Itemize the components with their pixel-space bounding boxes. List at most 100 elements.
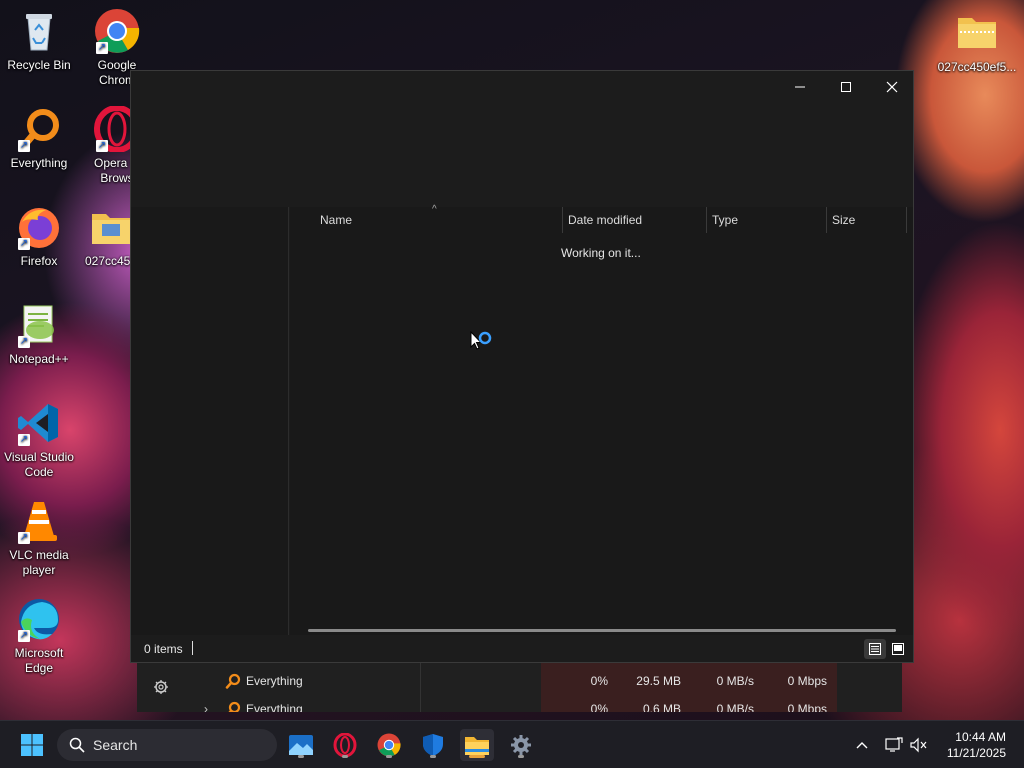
photos-icon <box>289 735 313 755</box>
recycle-bin-icon <box>16 8 62 54</box>
memory-value: 29.5 MB <box>636 674 681 688</box>
chrome-icon: ↗ <box>94 8 140 54</box>
show-hidden-icons-button[interactable] <box>852 735 872 755</box>
maximize-icon <box>841 82 851 92</box>
cpu-value: 0% <box>590 674 608 688</box>
title-bar[interactable] <box>131 71 913 103</box>
running-indicator <box>342 755 348 758</box>
desktop-icon-everything[interactable]: ↗ Everything <box>0 106 78 171</box>
taskbar-defender[interactable] <box>417 729 449 761</box>
taskbar: Search 10:44 AM 11/21/2025 <box>0 720 1024 768</box>
settings-icon <box>511 735 531 755</box>
desktop-icon-label: Code <box>24 465 54 479</box>
taskbar-opera[interactable] <box>329 729 361 761</box>
desktop-icon-vscode[interactable]: ↗ Visual Studio Code <box>0 400 78 480</box>
desktop-icon-vlc[interactable]: ↗ VLC media player <box>0 498 78 578</box>
taskbar-search-box[interactable]: Search <box>57 729 277 761</box>
running-indicator <box>518 755 524 758</box>
desktop-icon-label: Firefox <box>20 254 58 268</box>
item-count-text: 0 items <box>144 642 183 656</box>
thumbnail-view-icon <box>892 643 904 655</box>
process-name: Everything <box>246 674 303 688</box>
shortcut-arrow-icon: ↗ <box>18 238 30 250</box>
desktop-icon-label: Notepad++ <box>9 352 69 366</box>
horizontal-scrollbar[interactable] <box>308 629 896 632</box>
column-divider[interactable] <box>906 207 907 233</box>
details-view-icon <box>869 643 881 655</box>
file-list-view[interactable]: Name ^ Date modified Type Size Working o… <box>290 204 913 637</box>
clock-time: 10:44 AM <box>955 730 1006 744</box>
process-row[interactable]: › Everything 0% 0.6 MB 0 MB/s 0 Mbps <box>137 695 902 712</box>
expand-chevron-icon[interactable]: › <box>204 695 208 712</box>
command-bar-area <box>131 103 913 207</box>
desktop-icon-notepadpp[interactable]: ↗ Notepad++ <box>0 302 78 367</box>
disk-value: 0 MB/s <box>716 674 754 688</box>
shortcut-arrow-icon: ↗ <box>96 140 108 152</box>
disk-value: 0 MB/s <box>716 702 754 712</box>
desktop-icon-label: Everything <box>10 156 68 170</box>
desktop-icon-label: 027cc450ef5... <box>937 60 1017 74</box>
tray-volume-button[interactable] <box>909 735 929 755</box>
maximize-button[interactable] <box>823 71 869 103</box>
column-header-date-modified[interactable]: Date modified <box>558 207 698 233</box>
windows-logo-icon <box>21 734 43 756</box>
defender-icon <box>423 734 443 756</box>
clock-date: 11/21/2025 <box>946 746 1006 760</box>
busy-cursor-icon <box>470 331 492 350</box>
everything-icon <box>225 673 241 689</box>
column-header-size[interactable]: Size <box>822 207 902 233</box>
shortcut-arrow-icon: ↗ <box>96 42 108 54</box>
everything-icon <box>228 701 241 712</box>
navigation-pane[interactable] <box>131 207 289 637</box>
desktop-icon-label: Edge <box>24 661 54 675</box>
desktop-icon-label: VLC media <box>9 548 69 562</box>
desktop-icon-label: Microsoft <box>14 646 64 660</box>
taskbar-chrome[interactable] <box>373 729 405 761</box>
shortcut-arrow-icon: ↗ <box>18 140 30 152</box>
everything-icon: ↗ <box>16 106 62 152</box>
process-name: Everything <box>246 702 303 712</box>
minimize-icon <box>795 86 805 88</box>
status-bar: 0 items <box>131 635 913 662</box>
system-clock[interactable]: 10:44 AM 11/21/2025 <box>947 729 1006 761</box>
taskbar-file-explorer[interactable] <box>460 729 494 761</box>
shortcut-arrow-icon: ↗ <box>18 630 30 642</box>
desktop-icon-label: Recycle Bin <box>7 58 71 72</box>
search-icon <box>69 737 85 753</box>
tray-display-button[interactable] <box>884 735 904 755</box>
start-button[interactable] <box>16 729 48 761</box>
desktop-icon-firefox[interactable]: ↗ Firefox <box>0 204 78 269</box>
desktop-icon-zip-folder[interactable]: 027cc450ef5... <box>936 10 1018 75</box>
loading-status-text: Working on it... <box>561 246 641 260</box>
display-icon <box>885 737 903 752</box>
desktop-icon-recycle-bin[interactable]: Recycle Bin <box>0 8 78 73</box>
cpu-value: 0% <box>590 702 608 712</box>
task-manager-window[interactable]: Everything 0% 29.5 MB 0 MB/s 0 Mbps › Ev… <box>137 663 902 712</box>
edge-icon: ↗ <box>16 596 62 642</box>
shortcut-arrow-icon: ↗ <box>18 532 30 544</box>
running-indicator <box>386 755 392 758</box>
network-value: 0 Mbps <box>787 674 827 688</box>
vlc-icon: ↗ <box>16 498 62 544</box>
file-explorer-window[interactable]: Name ^ Date modified Type Size Working o… <box>130 70 914 663</box>
minimize-button[interactable] <box>777 71 823 103</box>
taskbar-photos[interactable] <box>285 729 317 761</box>
desktop-icon-label: Visual Studio <box>4 450 74 464</box>
close-icon <box>886 81 898 93</box>
folder-icon <box>88 204 134 250</box>
large-icons-view-button[interactable] <box>887 639 909 659</box>
shortcut-arrow-icon: ↗ <box>18 336 30 348</box>
column-header-type[interactable]: Type <box>702 207 822 233</box>
running-indicator <box>430 755 436 758</box>
desktop-icon-edge[interactable]: ↗ Microsoft Edge <box>0 596 78 676</box>
close-button[interactable] <box>869 71 915 103</box>
active-indicator <box>469 755 485 758</box>
file-explorer-icon <box>465 737 489 755</box>
sort-ascending-icon: ^ <box>432 204 437 215</box>
taskbar-settings[interactable] <box>505 729 537 761</box>
running-indicator <box>298 755 304 758</box>
details-view-button[interactable] <box>864 639 886 659</box>
vscode-icon: ↗ <box>16 400 62 446</box>
process-row[interactable]: Everything 0% 29.5 MB 0 MB/s 0 Mbps <box>137 667 902 695</box>
opera-icon <box>333 733 357 757</box>
